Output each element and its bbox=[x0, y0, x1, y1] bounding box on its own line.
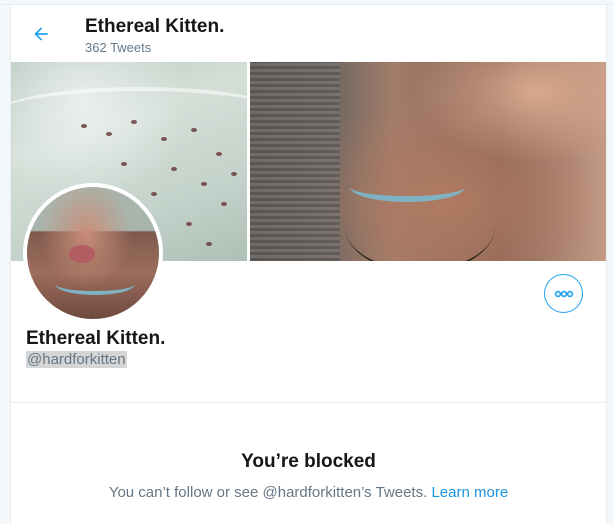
header-title: Ethereal Kitten. bbox=[85, 16, 225, 37]
blocked-title: You’re blocked bbox=[241, 451, 376, 472]
back-button[interactable] bbox=[25, 18, 57, 50]
display-name: Ethereal Kitten. bbox=[26, 328, 166, 349]
user-handle: @hardforkitten bbox=[26, 351, 127, 368]
avatar[interactable] bbox=[23, 183, 163, 323]
profile-header: Ethereal Kitten. 362 Tweets bbox=[11, 5, 606, 62]
profile-column: Ethereal Kitten. 362 Tweets Ethereal Kit… bbox=[10, 5, 607, 524]
blocked-message-row: You can’t follow or see @hardforkitten’s… bbox=[11, 484, 606, 501]
learn-more-link[interactable]: Learn more bbox=[431, 484, 508, 501]
banner-photo-right bbox=[250, 62, 606, 261]
more-horizontal-icon bbox=[554, 290, 573, 297]
arrow-left-icon bbox=[34, 27, 48, 41]
blocked-message: You can’t follow or see @hardforkitten’s… bbox=[108, 484, 428, 501]
more-options-button[interactable] bbox=[544, 274, 583, 313]
divider bbox=[11, 402, 606, 403]
tweet-count: 362 Tweets bbox=[85, 40, 152, 55]
